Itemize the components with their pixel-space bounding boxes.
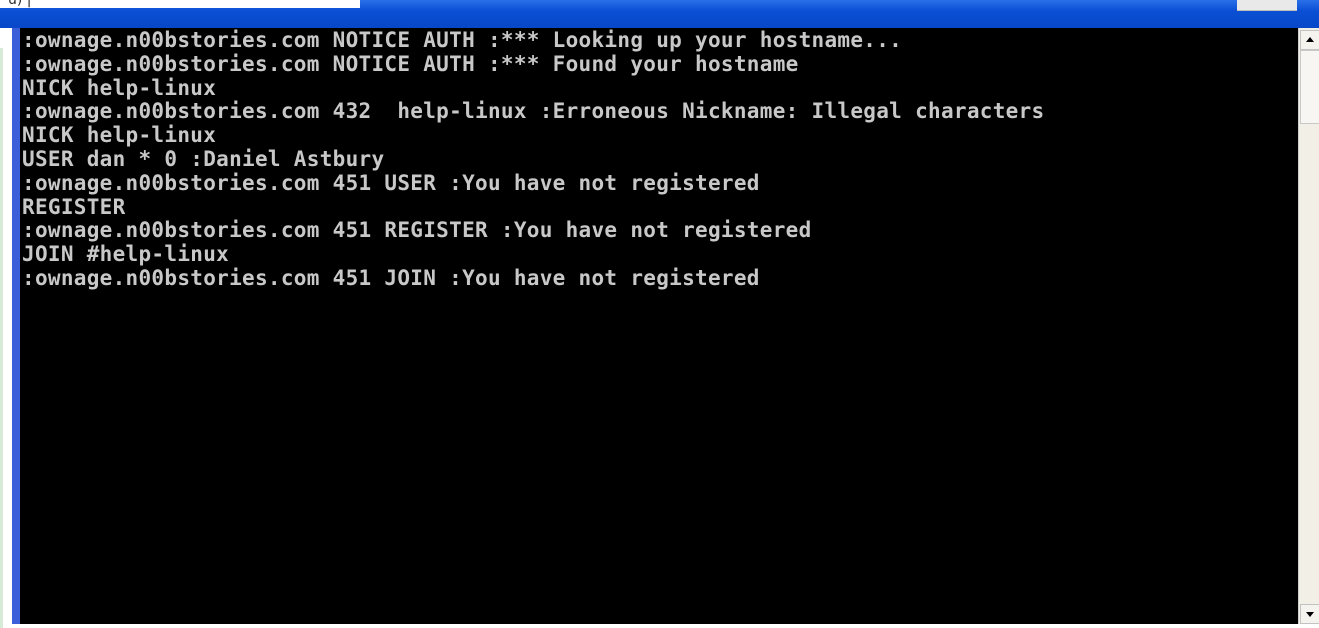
console-line: JOIN #help-linux bbox=[22, 242, 230, 266]
scroll-down-icon bbox=[1306, 612, 1314, 617]
window-control-buttons[interactable] bbox=[1237, 0, 1297, 11]
scroll-down-button[interactable] bbox=[1300, 604, 1319, 624]
scroll-up-icon bbox=[1306, 37, 1314, 42]
window-border bbox=[12, 28, 20, 624]
console-line: REGISTER bbox=[22, 195, 126, 219]
vertical-scrollbar[interactable] bbox=[1298, 28, 1319, 624]
title-bar-crop: u) | bbox=[0, 0, 360, 8]
console-line: NICK help-linux bbox=[22, 123, 217, 147]
window-left-frame bbox=[0, 28, 20, 628]
scrollbar-thumb[interactable] bbox=[1300, 50, 1319, 124]
console-output[interactable]: :ownage.n00bstories.com NOTICE AUTH :***… bbox=[20, 28, 1298, 624]
console-line: :ownage.n00bstories.com 451 JOIN :You ha… bbox=[22, 266, 760, 290]
console-line: :ownage.n00bstories.com 451 REGISTER :Yo… bbox=[22, 218, 812, 242]
console-line: :ownage.n00bstories.com NOTICE AUTH :***… bbox=[22, 52, 799, 76]
window-title-bar[interactable]: u) | bbox=[0, 0, 1319, 28]
scroll-up-button[interactable] bbox=[1300, 30, 1319, 50]
left-edge-highlight bbox=[0, 48, 3, 628]
console-line: USER dan * 0 :Daniel Astbury bbox=[22, 147, 385, 171]
window-title-fragment: u) | bbox=[8, 0, 32, 8]
console-line: :ownage.n00bstories.com 432 help-linux :… bbox=[22, 99, 1045, 123]
console-line: :ownage.n00bstories.com NOTICE AUTH :***… bbox=[22, 28, 903, 52]
console-line: NICK help-linux bbox=[22, 76, 217, 100]
console-line: :ownage.n00bstories.com 451 USER :You ha… bbox=[22, 171, 760, 195]
